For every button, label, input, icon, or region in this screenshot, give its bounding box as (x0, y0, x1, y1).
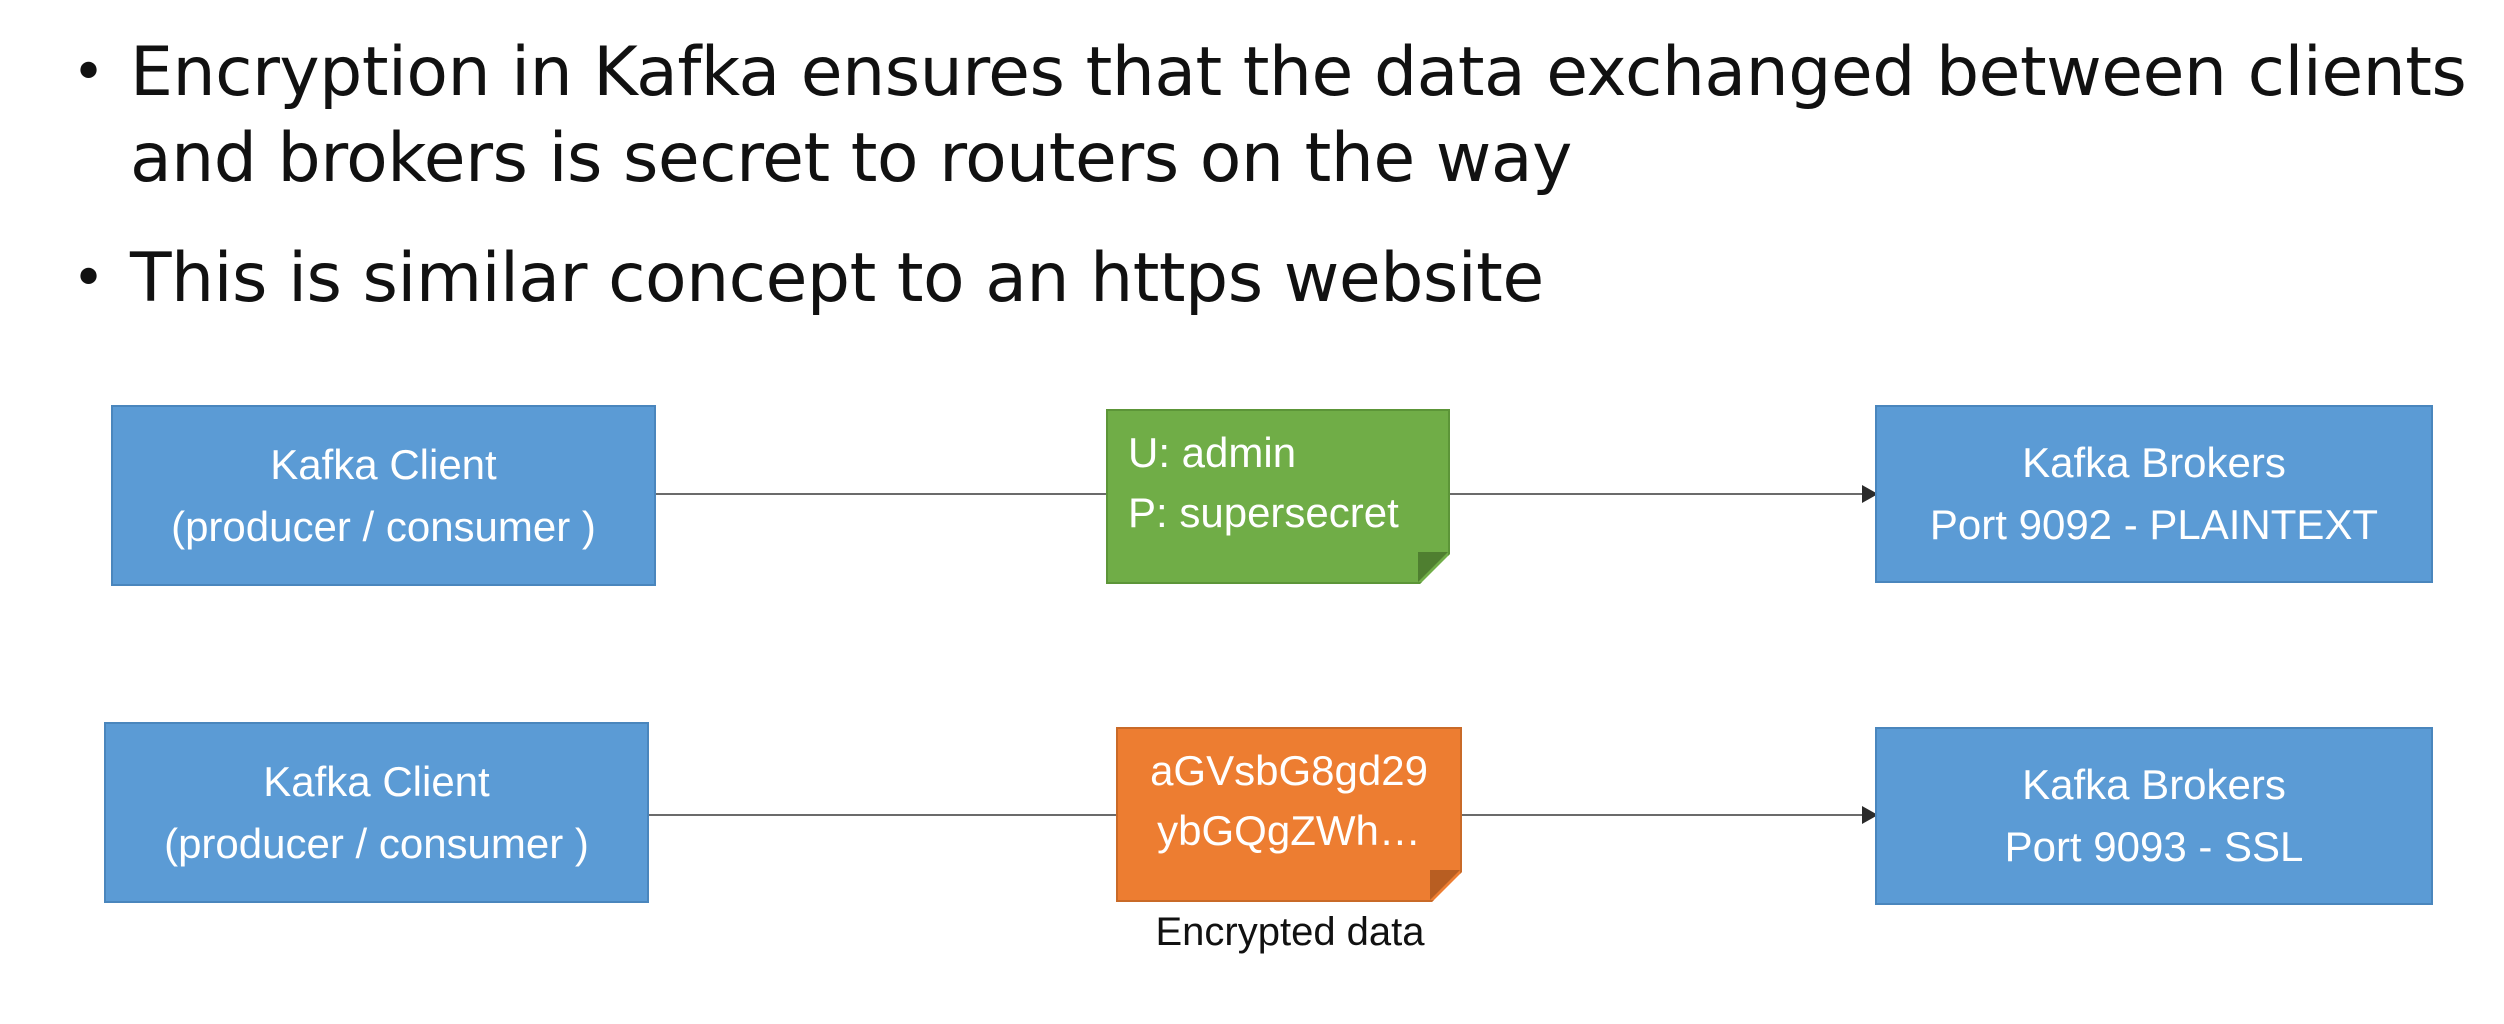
plaintext-kafka-client-box: Kafka Client (producer / consumer ) (111, 405, 656, 586)
encrypted-payload-line2: ybGQgZWh… (1157, 807, 1421, 854)
credential-username: U: admin (1128, 429, 1297, 476)
plaintext-kafka-brokers-box: Kafka Brokers Port 9092 - PLAINTEXT (1875, 405, 2433, 583)
broker-port-label: Port 9092 - PLAINTEXT (1929, 501, 2379, 548)
credential-password: P: supersecret (1128, 489, 1399, 536)
broker-port-label: Port 9093 - SSL (2004, 823, 2304, 870)
ssl-connector-left (649, 814, 1117, 816)
encryption-diagram: Kafka Client (producer / consumer ) U: a… (0, 0, 2504, 1024)
broker-label: Kafka Brokers (2022, 439, 2286, 486)
client-label: Kafka Client (263, 757, 490, 805)
ssl-kafka-brokers-box: Kafka Brokers Port 9093 - SSL (1875, 727, 2433, 905)
note-fold-corner (1430, 870, 1460, 900)
encrypted-payload-line1: aGVsbG8gd29 (1150, 747, 1428, 794)
plaintext-credentials-note: U: admin P: supersecret (1106, 409, 1450, 584)
ssl-encrypted-note: aGVsbG8gd29 ybGQgZWh… (1116, 727, 1462, 902)
broker-label: Kafka Brokers (2022, 761, 2286, 808)
ssl-kafka-client-box: Kafka Client (producer / consumer ) (104, 722, 649, 903)
note-fold-corner (1418, 552, 1448, 582)
client-role-label: (producer / consumer ) (164, 819, 589, 867)
encrypted-data-caption: Encrypted data (1155, 910, 1425, 954)
plaintext-connector-right (1449, 493, 1869, 495)
client-role-label: (producer / consumer ) (171, 502, 596, 550)
ssl-connector-right (1461, 814, 1869, 816)
client-label: Kafka Client (270, 440, 497, 488)
plaintext-connector-left (655, 493, 1107, 495)
